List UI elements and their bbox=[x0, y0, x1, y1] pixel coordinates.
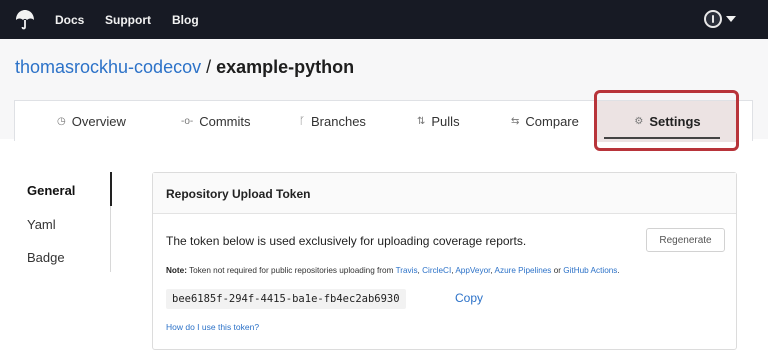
owner-link[interactable]: thomasrockhu-codecov bbox=[15, 57, 201, 77]
title-separator: / bbox=[201, 57, 217, 77]
tab-overview[interactable]: ◷ Overview bbox=[57, 101, 126, 142]
note-or: or bbox=[553, 266, 561, 275]
token-note: Note: Token not required for public repo… bbox=[166, 266, 620, 275]
top-navbar: Docs Support Blog bbox=[0, 0, 768, 39]
sidebar-item-general[interactable]: General bbox=[27, 183, 75, 198]
upload-token-value[interactable]: bee6185f-294f-4415-ba1e-fb4ec2ab6930 bbox=[166, 289, 406, 309]
nav-docs-link[interactable]: Docs bbox=[55, 0, 84, 39]
circleci-link[interactable]: CircleCI bbox=[422, 266, 451, 275]
pull-request-icon: ⇅ bbox=[417, 116, 426, 127]
nav-blog-link[interactable]: Blog bbox=[172, 0, 199, 39]
tab-commits[interactable]: -o- Commits bbox=[181, 101, 251, 142]
upload-token-card: Repository Upload Token The token below … bbox=[152, 172, 737, 350]
token-description: The token below is used exclusively for … bbox=[166, 234, 527, 248]
tab-branches[interactable]: ᚴ Branches bbox=[299, 101, 366, 142]
gauge-icon: ◷ bbox=[57, 116, 66, 127]
user-avatar-icon bbox=[704, 10, 722, 28]
note-text: Token not required for public repositori… bbox=[189, 266, 394, 275]
travis-link[interactable]: Travis bbox=[396, 266, 418, 275]
copy-token-link[interactable]: Copy bbox=[455, 291, 483, 305]
active-tab-underline bbox=[604, 137, 720, 139]
branch-icon: ᚴ bbox=[299, 116, 305, 127]
tab-label: Pulls bbox=[431, 114, 460, 129]
tab-pulls[interactable]: ⇅ Pulls bbox=[417, 101, 460, 142]
compare-icon: ⇆ bbox=[511, 116, 520, 127]
tab-compare[interactable]: ⇆ Compare bbox=[511, 101, 579, 142]
azure-pipelines-link[interactable]: Azure Pipelines bbox=[495, 266, 552, 275]
nav-support-link[interactable]: Support bbox=[105, 0, 151, 39]
card-header: Repository Upload Token bbox=[153, 173, 736, 214]
sidebar-item-yaml[interactable]: Yaml bbox=[27, 217, 56, 232]
tab-settings[interactable]: ⚙ Settings bbox=[597, 101, 738, 142]
repo-name: example-python bbox=[216, 57, 355, 77]
gear-icon: ⚙ bbox=[634, 116, 644, 127]
regenerate-button[interactable]: Regenerate bbox=[646, 228, 725, 252]
tab-label: Overview bbox=[71, 114, 126, 129]
card-title: Repository Upload Token bbox=[166, 187, 311, 201]
user-menu[interactable] bbox=[704, 9, 738, 29]
tab-label: Settings bbox=[649, 114, 701, 129]
commit-icon: -o- bbox=[181, 116, 194, 127]
tab-label: Compare bbox=[525, 114, 579, 129]
token-help-link[interactable]: How do I use this token? bbox=[166, 322, 259, 332]
github-actions-link[interactable]: GitHub Actions bbox=[563, 266, 617, 275]
appveyor-link[interactable]: AppVeyor bbox=[455, 266, 490, 275]
repo-title: thomasrockhu-codecov / example-python bbox=[15, 57, 354, 78]
note-prefix: Note: bbox=[166, 266, 187, 275]
sidebar-active-indicator bbox=[110, 172, 112, 206]
sidebar-item-badge[interactable]: Badge bbox=[27, 250, 65, 265]
tab-label: Branches bbox=[311, 114, 366, 129]
repo-tabs: ◷ Overview -o- Commits ᚴ Branches ⇅ Pull… bbox=[14, 100, 753, 142]
caret-down-icon bbox=[726, 16, 736, 22]
tab-label: Commits bbox=[199, 114, 251, 129]
umbrella-logo-icon[interactable] bbox=[14, 8, 36, 30]
